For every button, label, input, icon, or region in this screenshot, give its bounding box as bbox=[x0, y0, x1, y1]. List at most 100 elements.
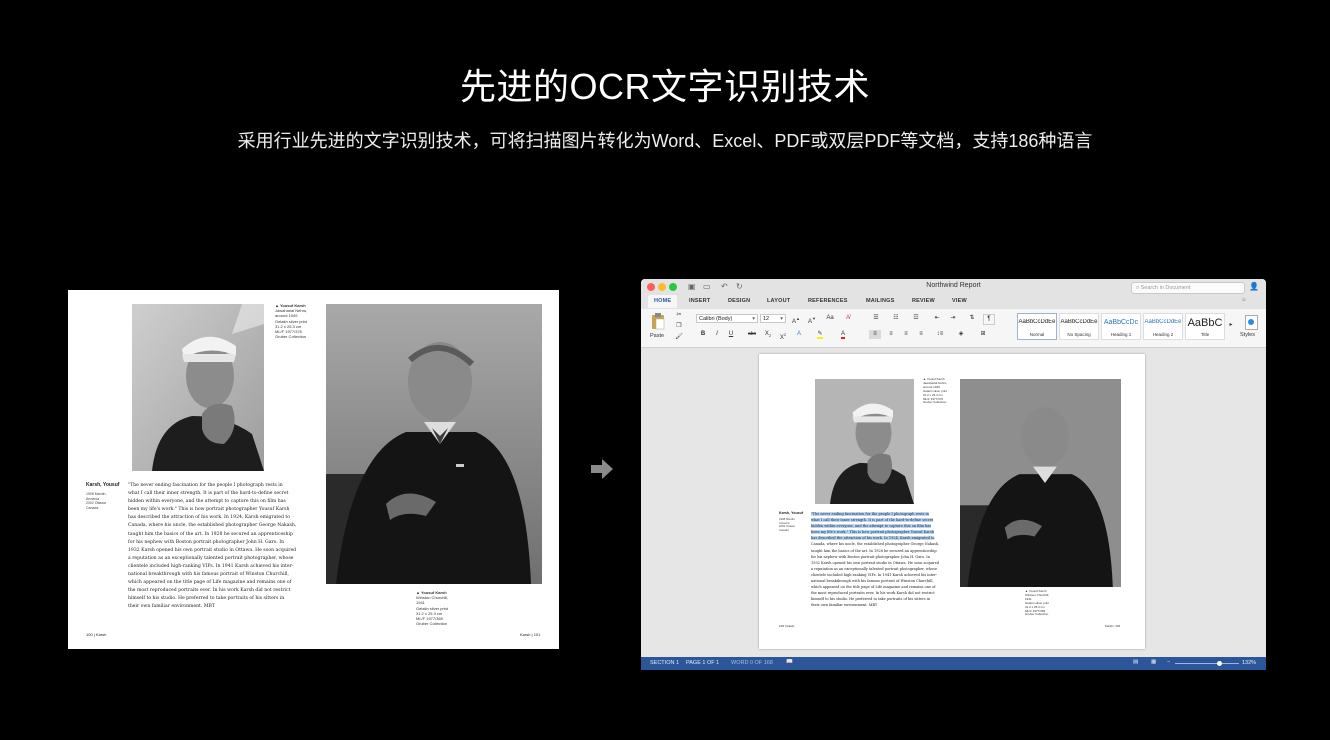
paste-label: Paste bbox=[650, 333, 665, 339]
author-meta: 1908 Mardin, Armenia 2002 Ottawa Canada bbox=[86, 492, 107, 510]
body-text-line[interactable]: their own familiar environment. MBT bbox=[811, 602, 961, 608]
body-text: "The never ending fascination for the pe… bbox=[128, 482, 318, 612]
font-name-select[interactable]: Calibri (Body) ▾ bbox=[696, 314, 758, 323]
arrow-right-icon bbox=[590, 458, 614, 480]
body-text-line: a reputation as an exceptionally talente… bbox=[128, 555, 294, 561]
title-bar: ▣ ▭ ↶ ↻ Northwind Report ⌕ Search in Doc… bbox=[641, 279, 1266, 295]
status-section[interactable]: SECTION 1 bbox=[650, 660, 679, 666]
decrease-indent-icon[interactable]: ⇤ bbox=[931, 314, 943, 323]
styles-pane-button[interactable]: Styles bbox=[1239, 313, 1263, 343]
body-text-line: been my life's work." This is how portra… bbox=[128, 507, 290, 513]
feedback-icon[interactable]: ☺ bbox=[1241, 297, 1247, 303]
body-text-line: "The never ending fascination for the pe… bbox=[128, 483, 283, 488]
highlight-color-icon[interactable]: ✎ bbox=[813, 330, 827, 339]
increase-indent-icon[interactable]: ⇥ bbox=[947, 314, 959, 323]
body-text-line[interactable]: Canada, where his uncle, the established… bbox=[811, 541, 961, 547]
numbering-icon[interactable]: ☷ bbox=[889, 314, 903, 323]
folio-left: 100 | Karsh bbox=[86, 632, 107, 637]
text-effects-icon[interactable]: A bbox=[793, 330, 805, 339]
hero-subtitle: 采用行业先进的文字识别技术，可将扫描图片转化为Word、Excel、PDF或双层… bbox=[237, 131, 1093, 151]
tab-home[interactable]: HOME bbox=[648, 295, 678, 308]
font-name-value: Calibri (Body) bbox=[699, 316, 733, 322]
search-placeholder: Search in Document bbox=[1140, 285, 1191, 291]
superscript-button[interactable]: X2 bbox=[777, 330, 789, 341]
tab-references[interactable]: REFERENCES bbox=[808, 298, 848, 304]
justify-button[interactable]: ≡ bbox=[915, 330, 927, 339]
align-center-button[interactable]: ≡ bbox=[885, 330, 897, 339]
status-page[interactable]: PAGE 1 OF 1 bbox=[686, 660, 719, 666]
ribbon-tabs: HOME INSERT DESIGN LAYOUT REFERENCES MAI… bbox=[641, 295, 1266, 309]
cut-icon[interactable]: ✂ bbox=[674, 311, 684, 320]
tab-view[interactable]: VIEW bbox=[952, 298, 967, 304]
document-canvas[interactable]: ▲ Yousuf Karsh Jawaharlal Nehru, around … bbox=[641, 348, 1266, 657]
style-no-spacing[interactable]: AaBbCcDdEe No Spacing bbox=[1059, 313, 1099, 340]
shrink-font-icon[interactable]: A▼ bbox=[805, 314, 819, 325]
tab-layout[interactable]: LAYOUT bbox=[767, 298, 790, 304]
styles-pane-label: Styles bbox=[1240, 332, 1255, 338]
caption-churchill-doc: ▲ Yousuf Karsh Winston Churchill, 1941 G… bbox=[1025, 589, 1050, 617]
format-painter-icon[interactable]: 🖌 bbox=[674, 333, 684, 342]
chevron-down-icon: ▾ bbox=[752, 316, 755, 322]
body-text-line: for his nephew with Boston portrait phot… bbox=[128, 539, 285, 545]
zoom-level[interactable]: 132% bbox=[1242, 660, 1256, 666]
tab-mailings[interactable]: MAILINGS bbox=[866, 298, 895, 304]
font-size-value: 12 bbox=[763, 316, 770, 322]
bullets-icon[interactable]: ☰ bbox=[869, 314, 883, 323]
ocr-body-text[interactable]: "The never ending fascination for the pe… bbox=[811, 511, 961, 609]
portrait-photo-nehru bbox=[132, 304, 264, 471]
italic-button[interactable]: I bbox=[712, 330, 722, 339]
shading-icon[interactable]: ◈ bbox=[954, 330, 968, 339]
folio-left-doc: 100 | Karsh bbox=[779, 624, 795, 628]
body-text-line: has described the attraction of his work… bbox=[128, 515, 291, 521]
styles-gallery-arrow-icon[interactable]: ▸ bbox=[1227, 321, 1235, 330]
tab-design[interactable]: DESIGN bbox=[728, 298, 750, 304]
pilcrow-icon[interactable]: ¶ bbox=[983, 314, 995, 325]
zoom-slider[interactable] bbox=[1175, 661, 1239, 666]
body-text-line: 1932 Karsh opened his own portrait studi… bbox=[128, 547, 297, 553]
body-text-line[interactable]: 1932 Karsh opened his own portrait studi… bbox=[811, 560, 961, 566]
zoom-out-icon[interactable]: − bbox=[1167, 659, 1170, 665]
line-spacing-icon[interactable]: ↕≡ bbox=[933, 330, 947, 339]
sort-icon[interactable]: ⇅ bbox=[966, 314, 978, 323]
underline-button[interactable]: U bbox=[726, 330, 736, 339]
font-color-icon[interactable]: A bbox=[836, 330, 850, 339]
font-size-select[interactable]: 12 ▾ bbox=[760, 314, 786, 323]
status-bar: SECTION 1 PAGE 1 OF 1 WORD 0 OF 168 📖 ▤ … bbox=[641, 657, 1266, 670]
body-text-line: himself to his studio. He preferred to t… bbox=[128, 596, 285, 602]
change-case-icon[interactable]: Aa bbox=[823, 314, 837, 323]
status-word-count[interactable]: WORD 0 OF 168 bbox=[731, 660, 773, 666]
body-text-line: the most reproduced portraits ever. In h… bbox=[128, 588, 291, 594]
align-left-button[interactable]: ≡ bbox=[869, 330, 881, 339]
tab-insert[interactable]: INSERT bbox=[689, 298, 710, 304]
style-normal[interactable]: AaBbCcDdEe Normal bbox=[1017, 313, 1057, 340]
author-name-doc: Karsh, Yousuf bbox=[779, 511, 804, 515]
body-text-line: which appeared on the title page of Life… bbox=[128, 580, 292, 586]
chevron-down-icon: ▾ bbox=[780, 316, 783, 322]
style-title[interactable]: AaBbC Title bbox=[1185, 313, 1225, 340]
print-layout-view-icon[interactable]: ▤ bbox=[1133, 659, 1138, 665]
clear-formatting-icon[interactable]: A̸ bbox=[841, 314, 855, 323]
document-page[interactable]: ▲ Yousuf Karsh Jawaharlal Nehru, around … bbox=[759, 354, 1145, 649]
subscript-button[interactable]: X2 bbox=[762, 330, 774, 339]
copy-icon[interactable]: ❐ bbox=[674, 322, 684, 331]
search-input[interactable]: ⌕ Search in Document bbox=[1131, 282, 1245, 294]
zoom-slider-thumb[interactable] bbox=[1217, 661, 1223, 666]
align-right-button[interactable]: ≡ bbox=[900, 330, 912, 339]
body-text-line: Canada, where his uncle, the established… bbox=[128, 523, 297, 529]
proofing-icon[interactable]: 📖 bbox=[786, 659, 793, 665]
strikethrough-button[interactable]: abc bbox=[745, 330, 759, 339]
web-layout-view-icon[interactable]: ▦ bbox=[1151, 659, 1156, 665]
body-text-line: clientele included high-ranking VIPs. In… bbox=[128, 563, 294, 569]
share-icon[interactable]: 👤 bbox=[1249, 282, 1259, 291]
caption-nehru-doc: ▲ Yousuf Karsh Jawaharlal Nehru, around … bbox=[923, 377, 948, 405]
style-heading-2[interactable]: AaBbCcDdEe Heading 2 bbox=[1143, 313, 1183, 340]
ribbon-home: Paste ✂ ❐ 🖌 Calibri (Body) ▾ 12 ▾ A▲ A▼ … bbox=[641, 309, 1266, 348]
paste-button[interactable]: Paste bbox=[647, 311, 669, 341]
bold-button[interactable]: B bbox=[698, 330, 708, 339]
style-heading-1[interactable]: AaBbCcDc Heading 1 bbox=[1101, 313, 1141, 340]
body-text-line: hidden within everyone, and the attempt … bbox=[128, 499, 286, 505]
borders-icon[interactable]: ⊞ bbox=[976, 330, 990, 339]
grow-font-icon[interactable]: A▲ bbox=[789, 314, 803, 325]
multilevel-list-icon[interactable]: ☲ bbox=[909, 314, 923, 323]
tab-review[interactable]: REVIEW bbox=[912, 298, 935, 304]
